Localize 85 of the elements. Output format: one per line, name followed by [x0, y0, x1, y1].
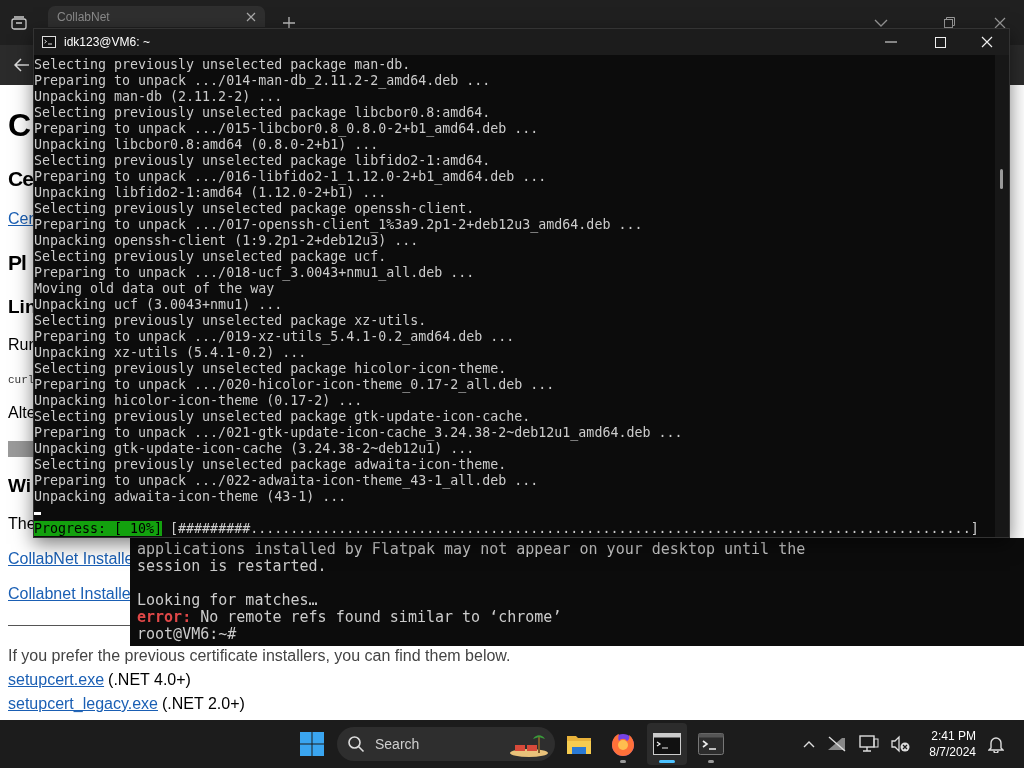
- muted-speaker-icon[interactable]: [891, 735, 912, 753]
- terminal-line: Preparing to unpack .../022-adwaita-icon-theme_43-1_all.deb ...: [34, 473, 540, 489]
- bell-icon[interactable]: [988, 735, 1004, 753]
- taskbar-app[interactable]: [647, 723, 687, 765]
- monitor-icon[interactable]: [859, 735, 880, 753]
- terminal-line: Preparing to unpack .../021-gtk-update-icon-cache_3.24.38-2~deb12u1_amd64.deb ...: [34, 425, 684, 441]
- scrollbar-thumb[interactable]: [1000, 169, 1003, 189]
- clock-date: 8/7/2024: [929, 744, 976, 760]
- link[interactable]: Cer: [8, 210, 34, 227]
- close-icon[interactable]: [994, 16, 1006, 29]
- clock[interactable]: 2:41 PM 8/7/2024: [929, 728, 976, 760]
- search-input[interactable]: Search: [373, 735, 509, 753]
- link[interactable]: Collabnet Installe: [8, 585, 131, 602]
- terminal-line: Unpacking libcbor0.8:amd64 (0.8.0-2+b1) ...: [34, 137, 380, 153]
- console-icon: [42, 36, 56, 48]
- terminal-line: applications installed by Flatpak may not appear on your desktop until the: [137, 541, 807, 558]
- window-title: idk123@VM6: ~: [64, 35, 150, 49]
- terminal-line: Unpacking gtk-update-icon-cache (3.24.38-2~deb12u1) ...: [34, 441, 476, 457]
- terminal-line: Selecting previously unselected package openssh-client.: [34, 201, 476, 217]
- search-bar[interactable]: Search: [337, 727, 555, 761]
- terminal-line: Unpacking libfido2-1:amd64 (1.12.0-2+b1) ...: [34, 185, 388, 201]
- progress-text: [#########..........................................................................................]: [170, 521, 979, 536]
- page-heading: C: [8, 106, 32, 145]
- terminal-line: Selecting previously unselected package man-db.: [34, 57, 412, 73]
- terminal-line: Preparing to unpack .../018-ucf_3.0043+nmu1_all.deb ...: [34, 265, 476, 281]
- running-indicator: [620, 760, 626, 763]
- section-heading: Ce: [8, 166, 33, 192]
- terminal-line: Selecting previously unselected package gtk-update-icon-cache.: [34, 409, 532, 425]
- terminal-line: Selecting previously unselected package xz-utils.: [34, 313, 428, 329]
- tab-title: CollabNet: [57, 9, 111, 24]
- terminal-line: Unpacking xz-utils (5.4.1-0.2) ...: [34, 345, 308, 361]
- error-label: error:: [137, 608, 192, 626]
- running-indicator: [659, 760, 675, 763]
- clock-time: 2:41 PM: [930, 728, 976, 744]
- terminal-line: Selecting previously unselected package adwaita-icon-theme.: [34, 457, 508, 473]
- terminal-line: Selecting previously unselected package libfido2-1:amd64.: [34, 153, 492, 169]
- back-icon[interactable]: [14, 58, 30, 72]
- running-indicator: [708, 760, 714, 763]
- terminal-line: Moving old data out of the way: [34, 281, 276, 297]
- link[interactable]: setupcert_legacy.exe: [8, 695, 158, 712]
- progress-label: Progress: [ 10%]: [34, 521, 163, 536]
- terminal-line: Unpacking hicolor-icon-theme (0.17-2) ...: [34, 393, 364, 409]
- folder-icon: [566, 733, 592, 755]
- terminal-line: Unpacking openssh-client (1:9.2p1-2+deb12u3) ...: [34, 233, 420, 249]
- chevron-down-icon[interactable]: [874, 18, 888, 27]
- terminal-line: Preparing to unpack .../016-libfido2-1_1.12.0-2+b1_amd64.deb ...: [34, 169, 548, 185]
- paragraph: (.NET 2.0+): [162, 695, 245, 712]
- close-icon[interactable]: [246, 11, 256, 22]
- scrollbar[interactable]: [995, 55, 1009, 537]
- terminal-line: root@VM6:~#: [137, 626, 238, 643]
- text-cursor: [34, 511, 41, 515]
- terminal-line: session is restarted.: [137, 558, 328, 575]
- tab-actions-icon[interactable]: [11, 15, 27, 30]
- terminal-line: Preparing to unpack .../015-libcbor0.8_0.8.0-2+b1_amd64.deb ...: [34, 121, 540, 137]
- terminal-line: Preparing to unpack .../017-openssh-client_1%3a9.2p1-2+deb12u3_amd64.deb ...: [34, 217, 644, 233]
- terminal-line: Preparing to unpack .../019-xz-utils_5.4.1-0.2_amd64.deb ...: [34, 329, 516, 345]
- code-text: curl: [8, 373, 35, 387]
- terminal-line: Selecting previously unselected package libcbor0.8:amd64.: [34, 105, 492, 121]
- terminal-line: Unpacking adwaita-icon-theme (43-1) ...: [34, 489, 348, 505]
- chevron-up-icon[interactable]: [803, 740, 816, 748]
- terminal-line: Looking for matches…: [137, 592, 319, 609]
- terminal-line: Preparing to unpack .../014-man-db_2.11.2-2_amd64.deb ...: [34, 73, 492, 89]
- paragraph: If you prefer the previous certificate installers, you can find them below.: [8, 647, 511, 665]
- terminal-line: Preparing to unpack .../020-hicolor-icon-theme_0.17-2_all.deb ...: [34, 377, 556, 393]
- fox-browser-icon: [610, 731, 636, 757]
- browser-tab[interactable]: CollabNet: [48, 6, 265, 27]
- search-icon: [347, 735, 365, 753]
- terminal-line: Unpacking man-db (2.11.2-2) ...: [34, 89, 284, 105]
- terminal-icon: [698, 733, 724, 755]
- paragraph: Rur: [8, 335, 34, 355]
- link[interactable]: setupcert.exe: [8, 671, 105, 688]
- terminal-line: Selecting previously unselected package ucf.: [34, 249, 388, 265]
- console-icon: [653, 733, 681, 755]
- paragraph: (.NET 4.0+): [108, 671, 191, 688]
- section-heading: Pl: [8, 250, 26, 276]
- terminal-line: Unpacking ucf (3.0043+nmu1) ...: [34, 297, 284, 313]
- new-tab-icon[interactable]: [283, 16, 295, 29]
- code-block: [8, 441, 34, 457]
- no-signal-icon[interactable]: [827, 736, 848, 752]
- terminal-line: No remote refs found similar to ‘chrome’: [200, 608, 562, 626]
- restore-icon[interactable]: [944, 17, 955, 28]
- terminal-line: Selecting previously unselected package hicolor-icon-theme.: [34, 361, 508, 377]
- subsection-heading: Wi: [8, 474, 32, 498]
- maximize-icon[interactable]: [935, 36, 946, 48]
- windows-start-icon[interactable]: [300, 732, 324, 756]
